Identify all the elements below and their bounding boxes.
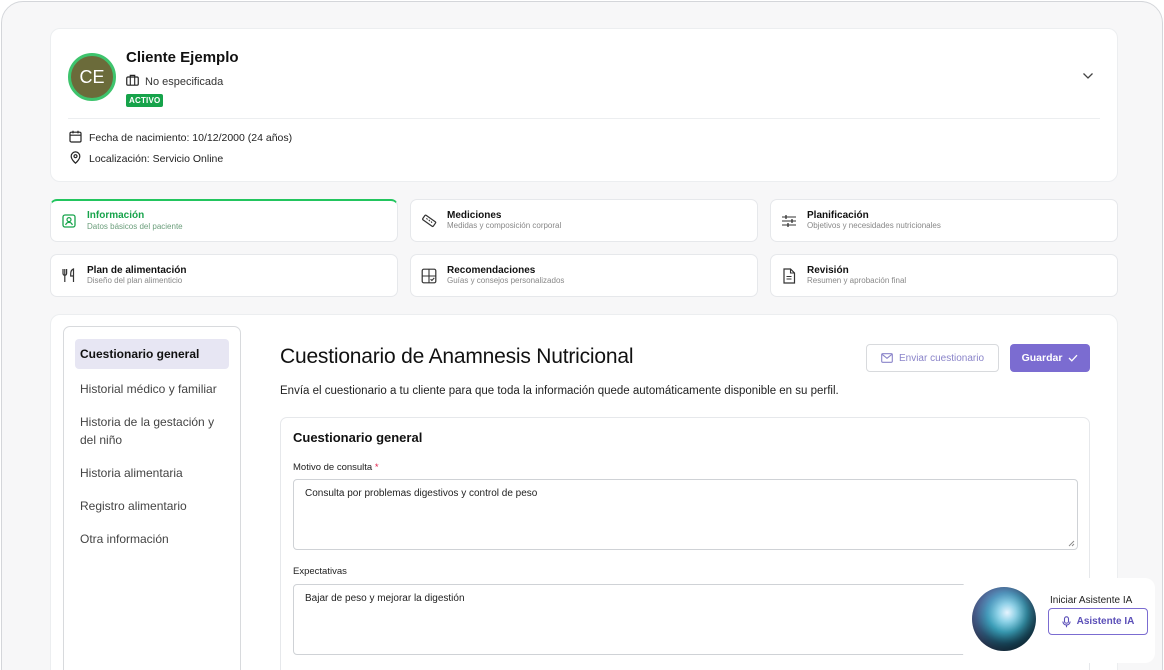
status-badge: ACTIVO bbox=[126, 94, 164, 107]
ai-assistant-button[interactable]: Asistente IA bbox=[1048, 608, 1148, 635]
tab-subtitle: Medidas y composición corporal bbox=[447, 221, 562, 231]
tab-subtitle: Datos básicos del paciente bbox=[87, 221, 183, 231]
save-button[interactable]: Guardar bbox=[1010, 344, 1090, 372]
card-divider bbox=[68, 118, 1100, 119]
tab-subtitle: Diseño del plan alimenticio bbox=[87, 276, 183, 286]
mail-icon bbox=[881, 353, 893, 363]
page-description: Envía el cuestionario a tu cliente para … bbox=[280, 385, 839, 397]
location-text: Localización: Servicio Online bbox=[89, 153, 224, 165]
tab-recomendaciones[interactable]: Recomendaciones Guías y consejos persona… bbox=[410, 254, 758, 297]
document-icon bbox=[781, 267, 797, 284]
sliders-icon bbox=[781, 213, 797, 229]
reason-textarea[interactable]: Consulta por problemas digestivos y cont… bbox=[293, 479, 1078, 550]
ruler-icon bbox=[421, 213, 437, 229]
expectations-value: Bajar de peso y mejorar la digestión bbox=[305, 593, 465, 604]
reason-label: Motivo de consulta * bbox=[293, 462, 379, 473]
reason-label-text: Motivo de consulta bbox=[293, 462, 373, 473]
tab-planificacion[interactable]: Planificación Objetivos y necesidades nu… bbox=[770, 199, 1118, 242]
tab-title: Planificación bbox=[807, 209, 869, 221]
sidenav-item-otra-informacion[interactable]: Otra información bbox=[75, 530, 229, 548]
microphone-icon bbox=[1061, 615, 1071, 627]
grid-check-icon bbox=[421, 268, 437, 284]
assistant-orb[interactable] bbox=[972, 587, 1036, 651]
birth-info: Fecha de nacimiento: 10/12/2000 (24 años… bbox=[69, 130, 292, 146]
tab-title: Recomendaciones bbox=[447, 264, 536, 276]
location-info: Localización: Servicio Online bbox=[69, 151, 223, 167]
tab-plan-alimentacion[interactable]: Plan de alimentación Diseño del plan ali… bbox=[50, 254, 398, 297]
form-title: Cuestionario general bbox=[293, 430, 423, 445]
collapse-button[interactable] bbox=[1079, 67, 1097, 85]
calendar-icon bbox=[69, 130, 82, 146]
birth-text: Fecha de nacimiento: 10/12/2000 (24 años… bbox=[89, 132, 293, 144]
check-icon bbox=[1068, 354, 1078, 362]
main-panel: Cuestionario general Historial médico y … bbox=[50, 314, 1118, 670]
page-title: Cuestionario de Anamnesis Nutricional bbox=[280, 345, 634, 368]
briefcase-icon bbox=[126, 74, 139, 89]
ai-assistant-label: Asistente IA bbox=[1076, 616, 1135, 627]
questionnaire-sidenav: Cuestionario general Historial médico y … bbox=[63, 326, 241, 670]
sidenav-item-historia-gestacion[interactable]: Historia de la gestación y del niño bbox=[75, 413, 229, 449]
tab-mediciones[interactable]: Mediciones Medidas y composición corpora… bbox=[410, 199, 758, 242]
ai-assistant-widget: Iniciar Asistente IA Asistente IA bbox=[963, 578, 1155, 663]
client-name: Cliente Ejemplo bbox=[126, 49, 239, 66]
send-questionnaire-label: Enviar cuestionario bbox=[898, 352, 985, 364]
user-card-icon bbox=[61, 213, 77, 229]
tab-title: Mediciones bbox=[447, 209, 502, 221]
tab-title: Información bbox=[87, 210, 145, 222]
tab-revision[interactable]: Revisión Resumen y aprobación final bbox=[770, 254, 1118, 297]
reason-value: Consulta por problemas digestivos y cont… bbox=[305, 488, 538, 499]
chevron-down-icon bbox=[1083, 73, 1093, 79]
company-text: No especificada bbox=[145, 75, 224, 88]
assistant-caption: Iniciar Asistente IA bbox=[1050, 595, 1133, 606]
tab-subtitle: Guías y consejos personalizados bbox=[447, 276, 565, 286]
utensils-icon bbox=[61, 268, 77, 284]
client-card: CE Cliente Ejemplo No especificada ACTIV… bbox=[50, 28, 1118, 182]
tab-subtitle: Resumen y aprobación final bbox=[807, 276, 907, 286]
avatar: CE bbox=[68, 53, 116, 101]
sidenav-item-cuestionario-general[interactable]: Cuestionario general bbox=[75, 339, 229, 369]
expectations-label: Expectativas bbox=[293, 566, 347, 577]
tab-title: Revisión bbox=[807, 264, 849, 276]
client-company: No especificada bbox=[126, 74, 223, 89]
sidenav-item-historial-medico[interactable]: Historial médico y familiar bbox=[75, 380, 229, 398]
resize-grip-icon[interactable] bbox=[1067, 539, 1075, 547]
expectations-textarea[interactable]: Bajar de peso y mejorar la digestión bbox=[293, 584, 1078, 655]
tab-subtitle: Objetivos y necesidades nutricionales bbox=[807, 221, 941, 231]
required-mark: * bbox=[374, 462, 379, 473]
send-questionnaire-button[interactable]: Enviar cuestionario bbox=[866, 344, 999, 372]
tab-informacion[interactable]: Información Datos básicos del paciente bbox=[50, 199, 398, 242]
location-pin-icon bbox=[69, 151, 82, 167]
tab-title: Plan de alimentación bbox=[87, 264, 187, 276]
sidenav-item-historia-alimentaria[interactable]: Historia alimentaria bbox=[75, 464, 229, 482]
app-frame: CE Cliente Ejemplo No especificada ACTIV… bbox=[1, 1, 1163, 670]
sidenav-item-registro-alimentario[interactable]: Registro alimentario bbox=[75, 497, 229, 515]
save-label: Guardar bbox=[1021, 352, 1063, 364]
